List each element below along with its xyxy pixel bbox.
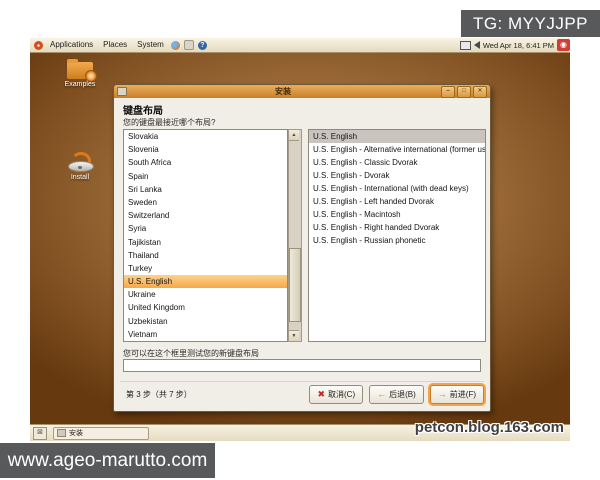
top-panel: Applications Places System ? Wed Apr 18,… [30, 38, 570, 53]
step-indicator: 第 3 步（共 7 步） [126, 389, 192, 400]
back-button-label: 后退(B) [389, 389, 416, 400]
country-list-scrollbar[interactable]: ▲ ▼ [288, 129, 302, 342]
list-item[interactable]: U.S. English - Left handed Dvorak [309, 195, 485, 208]
volume-icon[interactable] [474, 41, 480, 49]
taskbar-window-button[interactable]: 安装 [53, 427, 149, 440]
firefox-icon[interactable] [171, 41, 180, 50]
desktop-icon-label: Examples [52, 81, 108, 88]
window-title: 安装 [127, 86, 439, 97]
list-item[interactable]: Spain [124, 170, 287, 183]
menu-system[interactable]: System [132, 38, 169, 52]
panel-tray: Wed Apr 18, 6:41 PM ◉ [460, 39, 570, 51]
list-item[interactable]: Uzbekistan [124, 315, 287, 328]
desktop-icon-examples[interactable]: Examples [52, 62, 108, 88]
list-item[interactable]: Ukraine [124, 288, 287, 301]
ubuntu-logo-icon[interactable] [34, 41, 43, 50]
disc-hole [78, 166, 82, 169]
cancel-icon: ✖ [317, 390, 325, 399]
layout-variant-list[interactable]: U.S. EnglishU.S. English - Alternative i… [308, 129, 486, 342]
folder-icon [67, 62, 93, 79]
maximize-button[interactable]: □ [457, 86, 471, 98]
menu-applications[interactable]: Applications [45, 38, 98, 52]
list-item[interactable]: U.S. English - Macintosh [309, 208, 485, 221]
display-tray-icon[interactable] [460, 41, 471, 50]
scroll-up-button[interactable]: ▲ [289, 130, 299, 141]
list-item[interactable]: U.S. English - Right handed Dvorak [309, 221, 485, 234]
page-title: 键盘布局 [123, 102, 163, 117]
menu-places[interactable]: Places [98, 38, 132, 52]
desktop-icon-label: Install [52, 174, 108, 181]
cancel-button[interactable]: ✖ 取消(C) [309, 385, 363, 404]
list-item[interactable]: United Kingdom [124, 301, 287, 314]
task-window-icon [57, 429, 66, 437]
window-titlebar[interactable]: 安装 – □ ✕ [114, 85, 490, 98]
separator [120, 381, 484, 382]
list-item[interactable]: U.S. English [309, 130, 485, 143]
forward-button[interactable]: → 前进(F) [430, 385, 484, 404]
help-icon[interactable]: ? [198, 41, 207, 50]
list-item[interactable]: Thailand [124, 249, 287, 262]
scroll-down-button[interactable]: ▼ [289, 330, 299, 341]
emblem-icon [85, 70, 97, 82]
list-item[interactable]: Sri Lanka [124, 183, 287, 196]
list-item[interactable]: U.S. English [124, 275, 287, 288]
list-item[interactable]: U.S. English - Alternative international… [309, 143, 485, 156]
list-item[interactable]: Vietnam [124, 328, 287, 341]
power-button[interactable]: ◉ [557, 39, 570, 51]
list-item[interactable]: U.S. English - Classic Dvorak [309, 156, 485, 169]
close-button[interactable]: ✕ [473, 86, 487, 98]
clock-applet[interactable]: Wed Apr 18, 6:41 PM [483, 41, 554, 50]
list-item[interactable]: U.S. English - International (with dead … [309, 182, 485, 195]
forward-button-label: 前进(F) [450, 389, 476, 400]
list-item[interactable]: U.S. English - Russian phonetic [309, 234, 485, 247]
keyboard-question-label: 您的键盘最接近哪个布局? [123, 117, 215, 128]
list-item[interactable]: Slovakia [124, 130, 287, 143]
cancel-button-label: 取消(C) [328, 389, 355, 400]
list-item[interactable]: Turkey [124, 262, 287, 275]
back-arrow-icon: ← [377, 390, 386, 399]
minimize-button[interactable]: – [441, 86, 455, 98]
list-item[interactable]: U.S. English - Dvorak [309, 169, 485, 182]
list-item[interactable]: Tajikistan [124, 236, 287, 249]
list-item[interactable]: Slovenia [124, 143, 287, 156]
list-item[interactable]: Switzerland [124, 209, 287, 222]
app-launcher-icon[interactable] [184, 40, 194, 50]
tg-watermark: TG: MYYJJPP [461, 10, 600, 37]
list-item[interactable]: Syria [124, 222, 287, 235]
screenshot-stage: TG: MYYJJPP www.ageo-marutto.com Applica… [0, 0, 600, 480]
list-item[interactable]: Sweden [124, 196, 287, 209]
dialog-buttons: ✖ 取消(C) ← 后退(B) → 前进(F) [309, 385, 484, 404]
task-window-label: 安装 [69, 428, 83, 438]
forward-arrow-icon: → [438, 390, 447, 399]
test-keyboard-label: 您可以在这个框里测试您的新键盘布局 [123, 348, 259, 359]
bottom-left-watermark: www.ageo-marutto.com [0, 443, 215, 478]
back-button[interactable]: ← 后退(B) [369, 385, 424, 404]
desktop-icon-install[interactable]: Install [52, 152, 108, 181]
bottom-right-watermark: petcon.blog.163.com [415, 419, 564, 436]
country-list[interactable]: SlovakiaSloveniaSouth AfricaSpainSri Lan… [123, 129, 288, 342]
keyboard-test-input[interactable] [123, 359, 481, 372]
installer-window: 安装 – □ ✕ 键盘布局 您的键盘最接近哪个布局? SlovakiaSlove… [113, 84, 491, 412]
scrollbar-thumb[interactable] [289, 248, 301, 322]
window-body: 键盘布局 您的键盘最接近哪个布局? SlovakiaSloveniaSouth … [114, 98, 490, 411]
show-desktop-button[interactable]: ⊠ [33, 427, 47, 440]
desktop-wallpaper: Applications Places System ? Wed Apr 18,… [30, 38, 570, 441]
window-icon [117, 87, 127, 96]
list-item[interactable]: South Africa [124, 156, 287, 169]
install-cd-icon [68, 152, 92, 172]
